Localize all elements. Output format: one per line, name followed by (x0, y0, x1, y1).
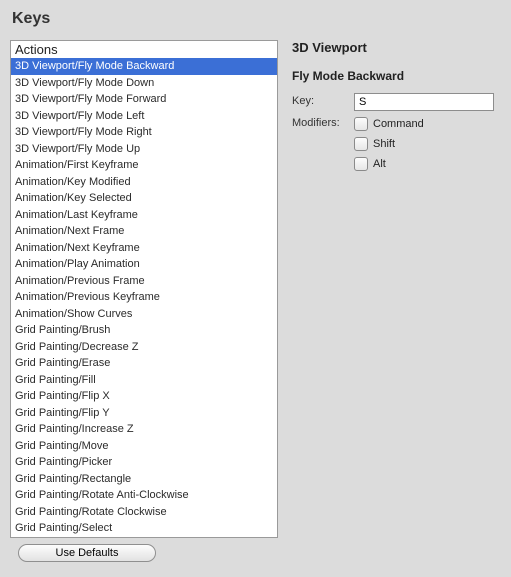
list-item[interactable]: Animation/Key Modified (11, 174, 277, 191)
list-item[interactable]: Grid Painting/Erase (11, 355, 277, 372)
modifier-check[interactable]: Alt (354, 155, 424, 172)
list-item[interactable]: Animation/Show Curves (11, 306, 277, 323)
panel-content: Actions 3D Viewport/Fly Mode Backward3D … (10, 40, 501, 562)
list-item[interactable]: 3D Viewport/Fly Mode Forward (11, 91, 277, 108)
list-item[interactable]: 3D Viewport/Fly Mode Backward (11, 58, 277, 75)
list-item[interactable]: Animation/Next Keyframe (11, 240, 277, 257)
actions-listbox[interactable]: Actions 3D Viewport/Fly Mode Backward3D … (10, 40, 278, 538)
detail-column: 3D Viewport Fly Mode Backward Key: Modif… (292, 40, 501, 176)
list-item[interactable]: Grid Painting/Brush (11, 322, 277, 339)
list-item[interactable]: Grid Painting/Move (11, 438, 277, 455)
list-item[interactable]: 3D Viewport/Fly Mode Down (11, 75, 277, 92)
modifier-label: Shift (373, 138, 395, 150)
list-item[interactable]: Grid Painting/Increase Z (11, 421, 277, 438)
detail-heading: 3D Viewport (292, 40, 501, 55)
list-item[interactable]: Grid Painting/Select (11, 520, 277, 537)
list-item[interactable]: Grid Painting/Rotate Anti-Clockwise (11, 487, 277, 504)
list-item[interactable]: Animation/Last Keyframe (11, 207, 277, 224)
detail-subheading: Fly Mode Backward (292, 69, 501, 83)
list-item[interactable]: 3D Viewport/Fly Mode Up (11, 141, 277, 158)
list-header: Actions (11, 41, 277, 58)
list-item[interactable]: Animation/Previous Keyframe (11, 289, 277, 306)
modifier-check[interactable]: Command (354, 115, 424, 132)
list-item[interactable]: Grid Painting/Fill (11, 372, 277, 389)
keys-panel: Keys Actions 3D Viewport/Fly Mode Backwa… (0, 0, 511, 572)
list-item[interactable]: ParticleSystem/Forward (11, 537, 277, 539)
use-defaults-button[interactable]: Use Defaults (18, 544, 156, 562)
list-item[interactable]: Animation/Next Frame (11, 223, 277, 240)
list-item[interactable]: 3D Viewport/Fly Mode Left (11, 108, 277, 125)
list-item[interactable]: Animation/Play Animation (11, 256, 277, 273)
modifier-label: Command (373, 118, 424, 130)
modifiers-label: Modifiers: (292, 115, 354, 129)
list-item[interactable]: Animation/Previous Frame (11, 273, 277, 290)
checkbox-icon[interactable] (354, 137, 368, 151)
key-row: Key: (292, 93, 501, 111)
list-item[interactable]: Grid Painting/Picker (11, 454, 277, 471)
list-item[interactable]: Animation/First Keyframe (11, 157, 277, 174)
panel-title: Keys (12, 10, 501, 28)
list-item[interactable]: Grid Painting/Decrease Z (11, 339, 277, 356)
modifier-label: Alt (373, 158, 386, 170)
list-item[interactable]: Animation/Key Selected (11, 190, 277, 207)
list-item[interactable]: Grid Painting/Rotate Clockwise (11, 504, 277, 521)
list-column: Actions 3D Viewport/Fly Mode Backward3D … (10, 40, 278, 562)
list-item[interactable]: Grid Painting/Flip Y (11, 405, 277, 422)
checkbox-icon[interactable] (354, 157, 368, 171)
modifier-check[interactable]: Shift (354, 135, 424, 152)
checkbox-icon[interactable] (354, 117, 368, 131)
list-item[interactable]: Grid Painting/Flip X (11, 388, 277, 405)
key-label: Key: (292, 93, 354, 107)
list-item[interactable]: Grid Painting/Rectangle (11, 471, 277, 488)
modifiers-row: Modifiers: Command Shift Alt (292, 115, 501, 172)
key-input[interactable] (354, 93, 494, 111)
modifiers-checks: Command Shift Alt (354, 115, 424, 172)
list-item[interactable]: 3D Viewport/Fly Mode Right (11, 124, 277, 141)
